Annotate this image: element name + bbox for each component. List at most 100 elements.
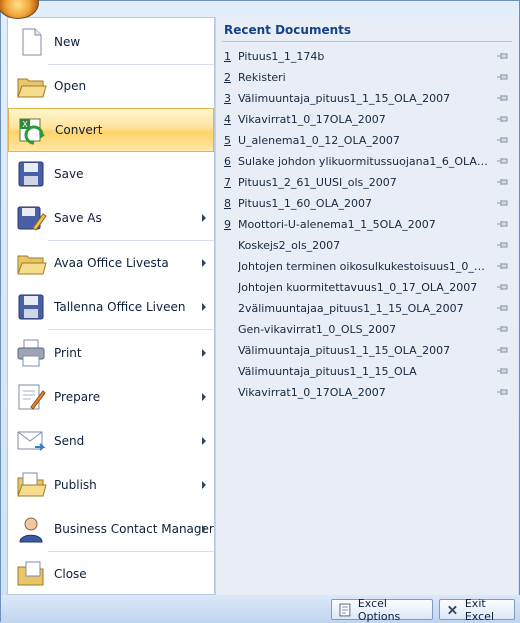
menu-item-label: Convert (55, 123, 103, 137)
recent-document-item[interactable]: 9 Moottori-U-alenema1_1_5OLA_2007 (224, 215, 514, 233)
pin-icon[interactable] (496, 302, 510, 314)
separator (222, 41, 512, 42)
recent-document-item[interactable]: 7 Pituus1_2_61_UUSI_ols_2007 (224, 173, 514, 191)
recent-document-name: Gen-vikavirrat1_0_OLS_2007 (238, 322, 397, 336)
new-document-icon (22, 28, 42, 56)
submenu-arrow-icon (202, 349, 206, 357)
excel-options-button[interactable]: Excel Options (331, 596, 433, 623)
pin-icon[interactable] (496, 155, 510, 167)
menu-item-save[interactable]: Save (8, 152, 214, 196)
recent-document-item[interactable]: Välimuuntaja_pituus1_1_15_OLA (224, 362, 514, 380)
recent-document-item[interactable]: Johtojen terminen oikosulkukestoisuus1_0… (224, 257, 514, 275)
exit-excel-button[interactable]: Exit Excel (439, 596, 515, 623)
recent-document-name: Välimuuntaja_pituus1_1_15_OLA_2007 (238, 91, 451, 105)
pin-icon[interactable] (496, 344, 510, 356)
open-folder-icon (17, 78, 47, 98)
recent-document-number: 1 (224, 49, 231, 63)
recent-document-name: 2välimuuntajaa_pituus1_1_15_OLA_2007 (238, 301, 464, 315)
recent-document-number: 3 (224, 91, 231, 105)
recent-document-number: 8 (224, 196, 231, 210)
recent-documents-panel: Recent Documents 1 Pituus1_1_174b 2 Rekiste… (215, 17, 518, 595)
menu-item-save-as[interactable]: Save As (8, 196, 214, 240)
menu-item-label: Avaa Office Livesta (54, 256, 169, 270)
pin-icon[interactable] (496, 386, 510, 398)
excel-options-label: Excel Options (357, 596, 401, 623)
menu-item-label: Print (54, 346, 82, 360)
submenu-arrow-icon (202, 481, 206, 489)
submenu-arrow-icon (202, 525, 206, 533)
menu-item-business-contact-manager[interactable]: Business Contact Manager (8, 507, 214, 551)
save-as-icon (17, 206, 47, 231)
menu-item-open[interactable]: Open (8, 64, 214, 108)
prepare-icon (18, 384, 46, 410)
recent-document-name: U_alenema1_0_12_OLA_2007 (238, 133, 400, 147)
recent-document-number: 2 (224, 70, 231, 84)
menu-item-prepare[interactable]: Prepare (8, 375, 214, 419)
recent-document-item[interactable]: Gen-vikavirrat1_0_OLS_2007 (224, 320, 514, 338)
menu-item-close[interactable]: Close (8, 552, 214, 596)
pin-icon[interactable] (496, 197, 510, 209)
svg-text:X: X (22, 120, 28, 129)
pin-icon[interactable] (496, 323, 510, 335)
menu-item-send[interactable]: Send (8, 419, 214, 463)
recent-document-item[interactable]: Välimuuntaja_pituus1_1_15_OLA_2007 (224, 341, 514, 359)
recent-document-name: Moottori-U-alenema1_1_5OLA_2007 (238, 217, 436, 231)
menu-item-label: Tallenna Office Liveen (54, 300, 186, 314)
pin-icon[interactable] (496, 113, 510, 125)
publish-folder-icon (17, 472, 47, 497)
submenu-arrow-icon (202, 393, 206, 401)
pin-icon[interactable] (496, 218, 510, 230)
recent-document-item[interactable]: 6 Sulake johdon ylikuormitussuojana1_6_OL… (224, 152, 514, 170)
recent-document-item[interactable]: Koskejs2_ols_2007 (224, 236, 514, 254)
options-icon (339, 603, 351, 616)
menu-item-publish[interactable]: Publish (8, 463, 214, 507)
menu-item-label: Open (54, 79, 87, 93)
recent-document-item[interactable]: 8 Pituus1_1_60_OLA_2007 (224, 194, 514, 212)
convert-icon: X (19, 118, 45, 145)
exit-excel-label: Exit Excel (464, 596, 494, 623)
recent-document-name: Vikavirrat1_0_17OLA_2007 (238, 385, 386, 399)
recent-document-name: Johtojen kuormitettavuus1_0_17_OLA_2007 (238, 280, 478, 294)
recent-document-item[interactable]: Johtojen kuormitettavuus1_0_17_OLA_2007 (224, 278, 514, 296)
recent-document-number: 9 (224, 217, 231, 231)
recent-document-item[interactable]: 4 Vikavirrat1_0_17OLA_2007 (224, 110, 514, 128)
recent-document-name: Sulake johdon ylikuormitussuojana1_6_OLA… (238, 154, 488, 168)
recent-document-name: Pituus1_2_61_UUSI_ols_2007 (238, 175, 397, 189)
recent-document-name: Koskejs2_ols_2007 (238, 238, 341, 252)
pin-icon[interactable] (496, 134, 510, 146)
pin-icon[interactable] (496, 281, 510, 293)
menu-commands-panel: New Open X Convert Save Save As Avaa Off… (7, 17, 215, 595)
pin-icon[interactable] (496, 260, 510, 272)
menu-item-new[interactable]: New (8, 20, 214, 64)
pin-icon[interactable] (496, 92, 510, 104)
pin-icon[interactable] (496, 239, 510, 251)
menu-item-tallenna-office-liveen[interactable]: Tallenna Office Liveen (8, 285, 214, 329)
pin-icon[interactable] (496, 50, 510, 62)
menu-item-label: Publish (54, 478, 97, 492)
save-disk-icon (18, 161, 44, 187)
menu-item-avaa-office-livesta[interactable]: Avaa Office Livesta (8, 241, 214, 285)
office-menu-window: New Open X Convert Save Save As Avaa Off… (0, 0, 520, 623)
recent-document-item[interactable]: 1 Pituus1_1_174b (224, 47, 514, 65)
menu-item-label: Prepare (54, 390, 101, 404)
recent-document-item[interactable]: 5 U_alenema1_0_12_OLA_2007 (224, 131, 514, 149)
submenu-arrow-icon (202, 214, 206, 222)
recent-document-name: Johtojen terminen oikosulkukestoisuus1_0… (238, 259, 488, 273)
recent-document-item[interactable]: 2välimuuntajaa_pituus1_1_15_OLA_2007 (224, 299, 514, 317)
menu-item-label: Send (54, 434, 85, 448)
recent-document-number: 7 (224, 175, 231, 189)
recent-document-item[interactable]: 2 Rekisteri (224, 68, 514, 86)
recent-document-number: 6 (224, 154, 231, 168)
submenu-arrow-icon (202, 259, 206, 267)
pin-icon[interactable] (496, 71, 510, 83)
menu-item-label: Save As (54, 211, 102, 225)
recent-document-item[interactable]: 3 Välimuuntaja_pituus1_1_15_OLA_2007 (224, 89, 514, 107)
recent-document-item[interactable]: Vikavirrat1_0_17OLA_2007 (224, 383, 514, 401)
menu-item-label: Business Contact Manager (54, 522, 214, 536)
recent-document-name: Pituus1_1_60_OLA_2007 (238, 196, 372, 210)
pin-icon[interactable] (496, 176, 510, 188)
menu-item-print[interactable]: Print (8, 331, 214, 375)
menu-item-convert[interactable]: X Convert (8, 108, 214, 152)
pin-icon[interactable] (496, 365, 510, 377)
recent-document-name: Pituus1_1_174b (238, 49, 325, 63)
